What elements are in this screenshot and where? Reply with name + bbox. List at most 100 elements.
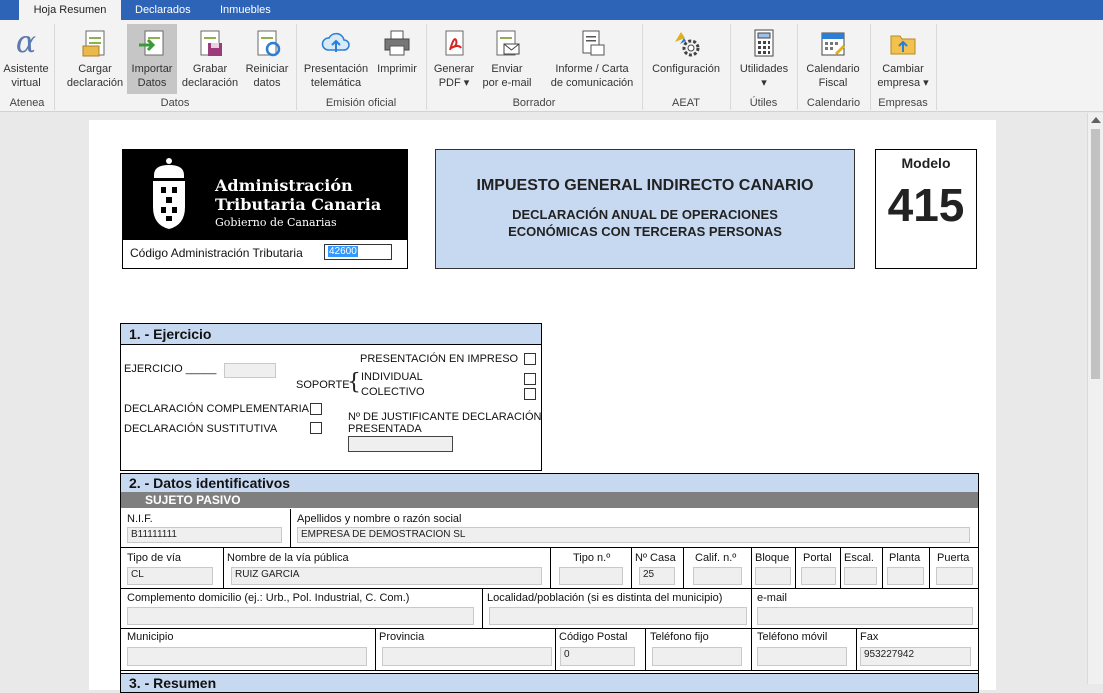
tipo-via-input[interactable]: CL [127, 567, 213, 585]
tipo-n-input[interactable] [559, 567, 623, 585]
provincia-label: Provincia [379, 631, 425, 643]
calendario-label: Calendario Fiscal [806, 63, 860, 89]
justificante-input[interactable] [348, 436, 453, 452]
email-doc-icon [492, 28, 522, 58]
n-casa-value: 25 [643, 569, 655, 580]
puerta-input[interactable] [936, 567, 973, 585]
sustitutiva-checkbox[interactable] [310, 422, 322, 434]
configuracion-button[interactable]: Configuración [646, 24, 726, 94]
cargar-declaracion-button[interactable]: Cargar declaración [63, 24, 127, 94]
bloque-input[interactable] [755, 567, 791, 585]
portal-label: Portal [803, 552, 832, 564]
tel-fijo-input[interactable] [652, 647, 742, 666]
section-3-title: 3. - Resumen [120, 673, 979, 693]
scroll-up-icon[interactable] [1091, 117, 1101, 123]
nombre-value: EMPRESA DE DEMOSTRACION SL [301, 529, 466, 540]
localidad-label: Localidad/población (si es distinta del … [487, 592, 723, 604]
email-label: e-mail [757, 592, 787, 604]
bloque-label: Bloque [755, 552, 790, 564]
codigo-admin-input[interactable]: 42600 [324, 244, 392, 260]
calendario-fiscal-button[interactable]: Calendario Fiscal [801, 24, 865, 94]
informe-label: Informe / Carta de comunicación [550, 63, 634, 89]
puerta-label: Puerta [937, 552, 970, 564]
ribbon-tab-bar: Hoja Resumen Declarados Inmuebles [0, 0, 1103, 20]
escal-input[interactable] [844, 567, 877, 585]
localidad-input[interactable] [489, 607, 747, 625]
nombre-via-label: Nombre de la vía pública [227, 552, 349, 564]
nombre-label: Apellidos y nombre o razón social [297, 513, 462, 525]
configuracion-label: Configuración [652, 63, 720, 75]
calif-label: Calif. n.º [695, 552, 737, 564]
imprimir-button[interactable]: Imprimir [374, 24, 420, 94]
modelo-label: Modelo [901, 155, 951, 171]
scrollbar-thumb[interactable] [1091, 129, 1100, 379]
presentacion-telematica-button[interactable]: Presentación telemática [300, 24, 372, 94]
group-aeat: AEAT [672, 97, 700, 109]
colectivo-checkbox[interactable] [524, 388, 536, 400]
complemento-input[interactable] [127, 607, 474, 625]
modelo-block: Modelo 415 [875, 149, 977, 269]
group-empresas: Empresas [878, 97, 928, 109]
nombre-input[interactable]: EMPRESA DE DEMOSTRACION SL [297, 527, 970, 543]
fax-value: 953227942 [864, 649, 915, 660]
email-input[interactable] [757, 607, 973, 625]
modelo-number: 415 [887, 179, 965, 231]
grabar-label: Grabar declaración [181, 63, 239, 89]
save-doc-icon [195, 28, 225, 58]
nif-value: B11111111 [131, 529, 177, 540]
tab-inmuebles[interactable]: Inmuebles [207, 0, 284, 20]
cloud-upload-icon [321, 28, 351, 58]
generar-pdf-button[interactable]: Generar PDF ▾ [430, 24, 478, 94]
printer-icon [382, 28, 412, 58]
municipio-input[interactable] [127, 647, 367, 666]
cambiar-empresa-button[interactable]: Cambiar empresa ▾ [874, 24, 932, 94]
enviar-label: Enviar por e-mail [482, 63, 532, 89]
nombre-via-input[interactable]: RUIZ GARCIA [231, 567, 542, 585]
group-calendario: Calendario [806, 97, 861, 109]
enviar-email-button[interactable]: Enviar por e-mail [478, 24, 536, 94]
individual-label: INDIVIDUAL [361, 371, 423, 383]
form-subtitle-2: ECONÓMICAS CON TERCERAS PERSONAS [508, 224, 782, 239]
tel-fijo-label: Teléfono fijo [650, 631, 709, 643]
calif-input[interactable] [693, 567, 742, 585]
individual-checkbox[interactable] [524, 373, 536, 385]
import-icon [137, 28, 167, 58]
report-icon [577, 28, 607, 58]
nif-input[interactable]: B11111111 [127, 527, 282, 543]
tel-movil-label: Teléfono móvil [757, 631, 828, 643]
fax-input[interactable]: 953227942 [860, 647, 971, 666]
coat-of-arms-icon [153, 158, 185, 229]
group-emision-oficial: Emisión oficial [325, 97, 397, 109]
generar-label: Generar PDF ▾ [433, 63, 475, 89]
vertical-scrollbar[interactable] [1087, 113, 1103, 684]
importar-datos-button[interactable]: Importar Datos [127, 24, 177, 94]
section-1-title: 1. - Ejercicio [121, 324, 541, 345]
calendar-icon [818, 28, 848, 58]
codigo-admin-label: Código Administración Tributaria [130, 246, 303, 260]
tab-hoja-resumen[interactable]: Hoja Resumen [19, 0, 121, 20]
presentacion-impreso-checkbox[interactable] [524, 353, 536, 365]
tel-movil-input[interactable] [757, 647, 847, 666]
cp-label: Código Postal [559, 631, 628, 643]
complementaria-checkbox[interactable] [310, 403, 322, 415]
ejercicio-input[interactable] [224, 363, 276, 378]
tab-declarados[interactable]: Declarados [122, 0, 204, 20]
codigo-admin-value: 42600 [328, 246, 358, 257]
grabar-declaracion-button[interactable]: Grabar declaración [179, 24, 241, 94]
provincia-input[interactable] [382, 647, 552, 666]
asistente-virtual-button[interactable]: α Asistente virtual [2, 24, 50, 94]
pdf-icon [439, 28, 469, 58]
utilidades-button[interactable]: Utilidades ▾ [734, 24, 794, 94]
logo-block: Administración Tributaria Canaria Gobier… [122, 149, 408, 240]
soporte-label: SOPORTE [296, 379, 350, 391]
section-2-title: 2. - Datos identificativos [120, 473, 979, 492]
n-casa-input[interactable]: 25 [639, 567, 675, 585]
portal-input[interactable] [801, 567, 836, 585]
form-title: IMPUESTO GENERAL INDIRECTO CANARIO [476, 177, 814, 194]
planta-input[interactable] [887, 567, 924, 585]
informe-carta-button[interactable]: Informe / Carta de comunicación [546, 24, 638, 94]
reiniciar-datos-button[interactable]: Reiniciar datos [242, 24, 292, 94]
cp-input[interactable]: 0 [560, 647, 635, 666]
justificante-label-1: Nº DE JUSTIFICANTE DECLARACIÓN [348, 411, 542, 423]
municipio-label: Municipio [127, 631, 174, 643]
